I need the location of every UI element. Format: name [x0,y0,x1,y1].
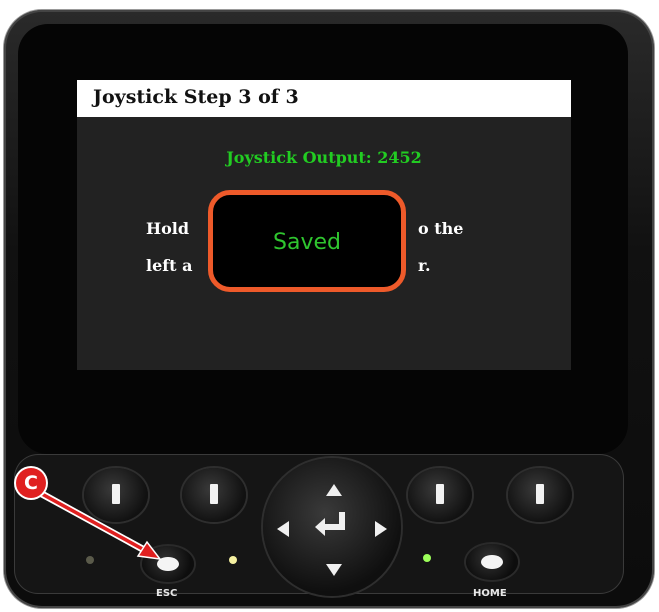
directional-pad[interactable] [263,458,401,596]
joystick-output: Joystick Output: 2452 [226,148,422,167]
home-button-cap [481,555,503,569]
softkey-bar-icon [210,484,218,504]
title-bar: Joystick Step 3 of 3 [77,80,571,117]
status-led-green [423,554,431,562]
esc-label: ESC [156,588,178,599]
annotation-marker: C [16,468,46,498]
esc-button[interactable] [142,546,194,582]
arrow-right-icon[interactable] [375,521,387,537]
arrow-up-icon[interactable] [326,484,342,496]
annotation-marker-label: C [24,472,38,494]
status-led-left [86,556,94,564]
softkey-bar-icon [112,484,120,504]
screen-title: Joystick Step 3 of 3 [93,86,299,108]
softkey-3[interactable] [408,468,472,522]
status-led-yellow [229,556,237,564]
enter-icon[interactable] [311,508,353,544]
saved-popup: Saved [208,190,406,292]
instruction-line2-right: r. [418,256,431,275]
home-button[interactable] [466,544,518,580]
softkey-bar-icon [536,484,544,504]
softkey-1[interactable] [84,468,148,522]
home-label: HOME [473,588,507,599]
instruction-line1-right: o the [418,219,464,238]
saved-popup-text: Saved [273,230,341,255]
arrow-down-icon[interactable] [326,564,342,576]
softkey-2[interactable] [182,468,246,522]
softkey-bar-icon [436,484,444,504]
instruction-line2-left: left a [146,256,193,275]
arrow-left-icon[interactable] [277,521,289,537]
softkey-4[interactable] [508,468,572,522]
esc-button-cap [157,557,179,571]
instruction-line1-left: Hold [146,219,190,238]
